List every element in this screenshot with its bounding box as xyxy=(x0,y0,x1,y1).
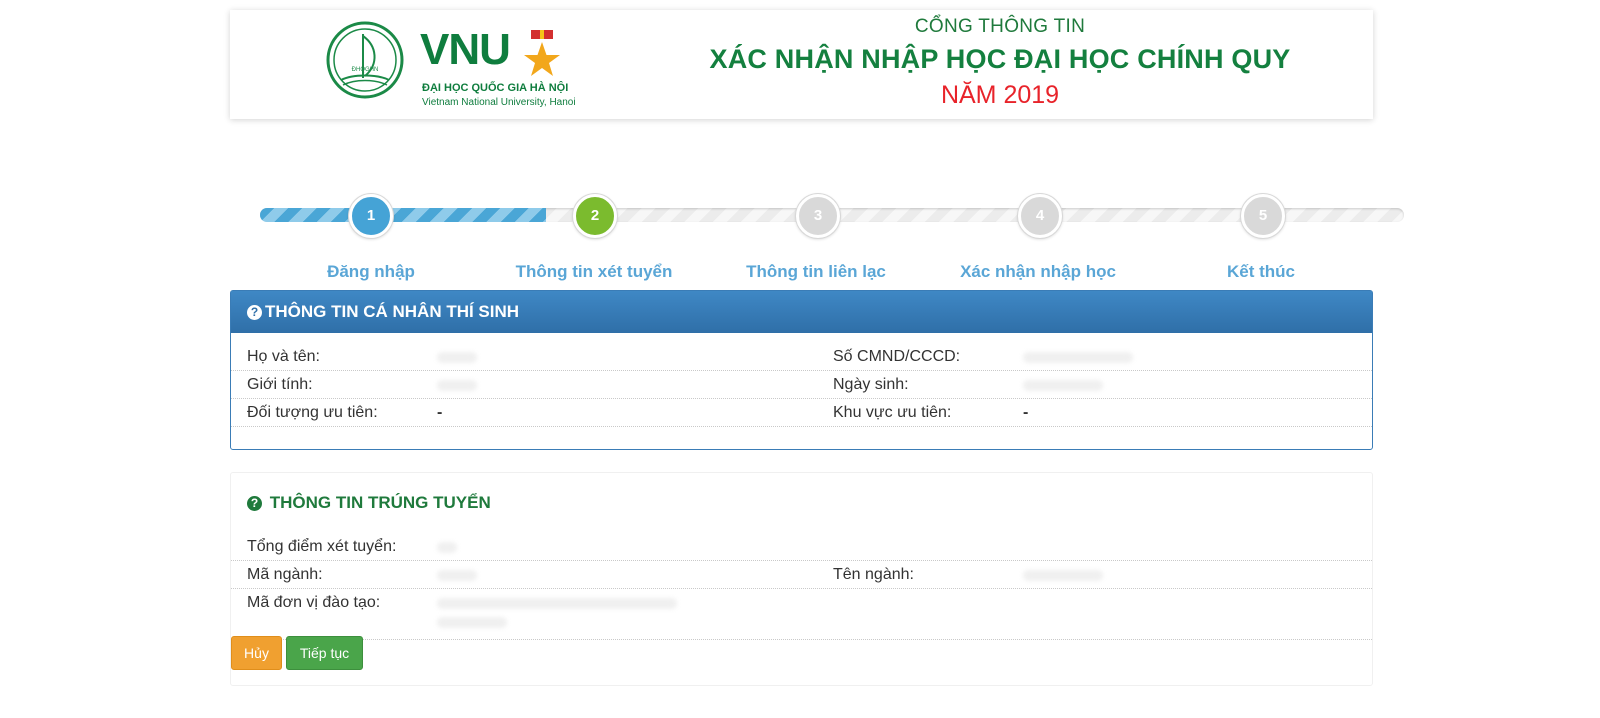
question-circle-icon: ? xyxy=(247,305,262,320)
portal-header: ĐHQGHN VNU ĐẠI HỌC QUỐC GIA HÀ NỘI Vietn… xyxy=(230,10,1373,119)
personal-info-panel: ? THÔNG TIN CÁ NHÂN THÍ SINH Họ và tên: S… xyxy=(230,290,1373,450)
step-2-label[interactable]: Thông tin xét tuyển xyxy=(484,262,704,282)
vnu-brand: VNU ĐẠI HỌC QUỐC GIA HÀ NỘI Vietnam Nati… xyxy=(420,25,590,109)
personal-info-header: ? THÔNG TIN CÁ NHÂN THÍ SINH xyxy=(231,291,1372,333)
birth-date-value-redacted xyxy=(1023,380,1103,391)
major-code-label: Mã ngành: xyxy=(247,566,323,583)
info-row: Mã đơn vị đào tạo: xyxy=(231,589,1372,640)
total-score-value-redacted xyxy=(437,542,457,553)
cancel-button[interactable]: Hủy xyxy=(231,636,282,670)
info-row: Mã ngành: Tên ngành: xyxy=(231,561,1372,589)
step-1-label[interactable]: Đăng nhập xyxy=(261,262,481,282)
unit-code-value-redacted xyxy=(437,598,677,609)
unit-code-value-redacted-line2 xyxy=(437,617,507,628)
info-row: Họ và tên: Số CMND/CCCD: xyxy=(231,343,1372,371)
priority-area-value: - xyxy=(1023,404,1029,421)
priority-group-label: Đối tượng ưu tiên: xyxy=(247,404,378,421)
step-5-label[interactable]: Kết thúc xyxy=(1151,262,1371,282)
step-3-label[interactable]: Thông tin liên lạc xyxy=(706,262,926,282)
step-4-circle[interactable]: 4 xyxy=(1018,194,1062,238)
personal-info-title: THÔNG TIN CÁ NHÂN THÍ SINH xyxy=(265,302,520,321)
full-name-label: Họ và tên: xyxy=(247,348,320,365)
brand-name: VNU xyxy=(420,25,511,74)
step-3-circle[interactable]: 3 xyxy=(796,194,840,238)
step-2-circle[interactable]: 2 xyxy=(573,194,617,238)
admission-info-title: THÔNG TIN TRÚNG TUYỂN xyxy=(269,493,491,512)
major-name-value-redacted xyxy=(1023,570,1103,581)
full-name-value-redacted xyxy=(437,352,477,363)
priority-area-label: Khu vực ưu tiên: xyxy=(833,404,952,421)
admission-info-header: ? THÔNG TIN TRÚNG TUYỂN xyxy=(231,473,1372,533)
birth-date-label: Ngày sinh: xyxy=(833,376,909,393)
gender-label: Giới tính: xyxy=(247,376,313,393)
major-code-value-redacted xyxy=(437,570,477,581)
unit-code-label: Mã đơn vị đào tạo: xyxy=(247,594,381,611)
major-name-label: Tên ngành: xyxy=(833,566,914,583)
step-4-label[interactable]: Xác nhận nhập học xyxy=(928,262,1148,282)
vnu-seal-logo: ĐHQGHN xyxy=(326,21,404,99)
info-row: Giới tính: Ngày sinh: xyxy=(231,371,1372,399)
priority-group-value: - xyxy=(437,404,443,421)
info-row: Đối tượng ưu tiên: - Khu vực ưu tiên: - xyxy=(231,399,1372,427)
page-title: XÁC NHẬN NHẬP HỌC ĐẠI HỌC CHÍNH QUY xyxy=(709,44,1291,74)
admission-info-panel: ? THÔNG TIN TRÚNG TUYỂN Tổng điểm xét tu… xyxy=(230,472,1373,686)
total-score-label: Tổng điểm xét tuyển: xyxy=(247,538,397,555)
brand-english-name: Vietnam National University, Hanoi xyxy=(422,97,576,108)
star-medal-icon xyxy=(524,30,560,76)
year-label: NĂM 2019 xyxy=(940,81,1060,109)
gender-value-redacted xyxy=(437,380,477,391)
header-title-block: CỔNG THÔNG TIN XÁC NHẬN NHẬP HỌC ĐẠI HỌC… xyxy=(610,16,1390,110)
id-number-value-redacted xyxy=(1023,352,1133,363)
question-circle-icon: ? xyxy=(247,496,262,511)
progress-fill xyxy=(260,208,546,222)
portal-label: CỔNG THÔNG TIN xyxy=(914,16,1086,37)
seal-text: ĐHQGHN xyxy=(352,67,379,73)
info-row: Tổng điểm xét tuyển: xyxy=(231,533,1372,561)
next-button[interactable]: Tiếp tục xyxy=(286,636,363,670)
id-number-label: Số CMND/CCCD: xyxy=(833,348,961,365)
brand-vietnamese-name: ĐẠI HỌC QUỐC GIA HÀ NỘI xyxy=(422,82,569,94)
step-1-circle[interactable]: 1 xyxy=(349,194,393,238)
step-5-circle[interactable]: 5 xyxy=(1241,194,1285,238)
